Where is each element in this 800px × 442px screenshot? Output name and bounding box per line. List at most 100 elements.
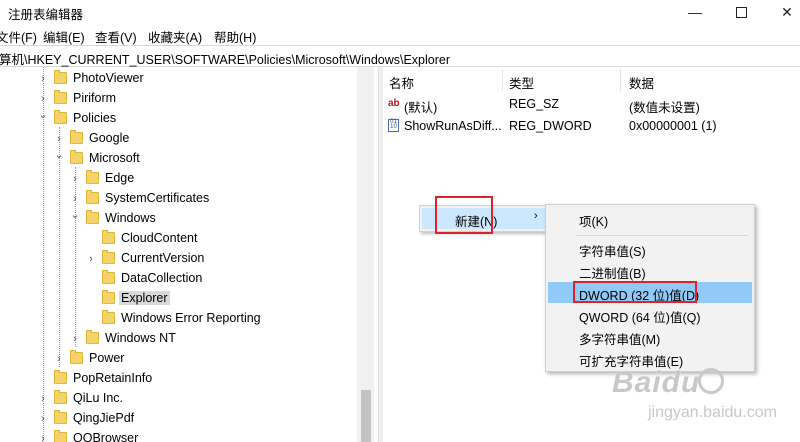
column-header-name[interactable]: 名称	[389, 73, 414, 92]
menu-help[interactable]: 帮助(H)	[214, 27, 256, 46]
value-type: REG_SZ	[509, 97, 560, 111]
chevron-right-icon[interactable]: ›	[69, 193, 81, 205]
chevron-down-icon[interactable]: ⌄	[53, 149, 65, 161]
value-type: REG_DWORD	[509, 119, 592, 133]
chevron-right-icon[interactable]: ›	[37, 433, 49, 442]
tree-node-label: Windows Error Reporting	[121, 311, 261, 325]
submenu-item-qword-value[interactable]: QWORD (64 位)值(Q)	[548, 304, 752, 325]
chevron-right-icon[interactable]: ›	[37, 73, 49, 85]
tree-node-label: PhotoViewer	[73, 71, 144, 85]
minimize-button[interactable]: —	[672, 0, 718, 24]
column-header-type[interactable]: 类型	[509, 73, 534, 92]
pane-splitter[interactable]	[378, 67, 383, 442]
folder-icon	[54, 110, 67, 124]
chevron-right-icon[interactable]: ›	[85, 253, 97, 265]
tree-node-piriform[interactable]: › Piriform	[0, 89, 376, 109]
address-bar[interactable]: 算机\HKEY_CURRENT_USER\SOFTWARE\Policies\M…	[0, 45, 800, 67]
value-row[interactable]: 01 10 ShowRunAsDiff... REG_DWORD 0x000000…	[384, 116, 800, 136]
tree-node-datacollection[interactable]: DataCollection	[0, 269, 376, 289]
tree-node-power[interactable]: › Power	[0, 349, 376, 369]
tree-node-google[interactable]: › Google	[0, 129, 376, 149]
menu-separator	[576, 235, 748, 236]
submenu-item-label: 多字符串值(M)	[579, 333, 661, 347]
folder-icon	[102, 250, 115, 264]
submenu-item-label: 二进制值(B)	[579, 267, 646, 281]
tree-node-label: CurrentVersion	[121, 251, 205, 265]
tree-node-label: QQBrowser	[73, 431, 139, 442]
tree-node-label: Explorer	[119, 291, 170, 305]
menu-file[interactable]: 文件(F)	[0, 27, 37, 46]
baidu-watermark: Baidu jingyan.baidu.com	[612, 366, 798, 438]
folder-icon	[102, 310, 115, 324]
menu-favorites[interactable]: 收藏夹(A)	[148, 27, 202, 46]
tree-node-label: PopRetainInfo	[73, 371, 153, 385]
tree-node-label: Policies	[73, 111, 117, 125]
chevron-right-icon[interactable]: ›	[69, 333, 81, 345]
folder-icon	[86, 190, 99, 204]
tree-node-label: Windows	[105, 211, 156, 225]
watermark-site: jingyan.baidu.com	[648, 404, 777, 421]
key-tree: › PhotoViewer › Piriform ⌄ Policies › Google ⌄ Mi…	[0, 67, 376, 442]
tree-node-label: Power	[89, 351, 125, 365]
tree-scrollbar-thumb[interactable]	[361, 390, 371, 442]
chevron-right-icon[interactable]: ›	[69, 173, 81, 185]
tree-node-qqbrowser[interactable]: › QQBrowser	[0, 429, 376, 442]
baidu-paw-logo	[698, 368, 724, 394]
value-name: (默认)	[404, 101, 438, 115]
chevron-right-icon[interactable]: ›	[37, 393, 49, 405]
value-row[interactable]: ab (默认) REG_SZ (数值未设置)	[384, 94, 800, 115]
tree-node-label: Piriform	[73, 91, 117, 105]
tree-node-label: CloudContent	[121, 231, 198, 245]
window-title: 注册表编辑器	[8, 8, 84, 22]
submenu-item-multi-string-value[interactable]: 多字符串值(M)	[548, 326, 752, 347]
string-value-icon: ab	[388, 98, 400, 109]
menu-view[interactable]: 查看(V)	[95, 27, 137, 46]
folder-icon	[70, 130, 83, 144]
chevron-right-icon[interactable]: ›	[53, 133, 65, 145]
chevron-right-icon[interactable]: ›	[53, 353, 65, 365]
tree-node-policies[interactable]: ⌄ Policies	[0, 109, 376, 129]
submenu-item-string-value[interactable]: 字符串值(S)	[548, 238, 752, 259]
value-name: ShowRunAsDiff...	[404, 119, 502, 133]
submenu-item-label: QWORD (64 位)值(Q)	[579, 311, 701, 325]
tree-node-windows-nt[interactable]: › Windows NT	[0, 329, 376, 349]
annotation-highlight-dword	[573, 281, 697, 303]
tree-node-photoviewer[interactable]: › PhotoViewer	[0, 69, 376, 89]
submenu-item-label: 项(K)	[579, 215, 609, 229]
close-button[interactable]: ✕	[764, 0, 800, 24]
submenu-item-label: 字符串值(S)	[579, 245, 646, 259]
tree-node-currentversion[interactable]: › CurrentVersion	[0, 249, 376, 269]
tree-node-popretaininfo[interactable]: PopRetainInfo	[0, 369, 376, 389]
tree-node-cloudcontent[interactable]: CloudContent	[0, 229, 376, 249]
submenu-item-key[interactable]: 项(K)	[548, 208, 752, 229]
tree-node-windows-error-reporting[interactable]: Windows Error Reporting	[0, 309, 376, 329]
column-divider[interactable]	[620, 69, 621, 91]
chevron-right-icon[interactable]: ›	[37, 413, 49, 425]
menu-bar: 文件(F) 编辑(E) 查看(V) 收藏夹(A) 帮助(H)	[0, 24, 800, 46]
watermark-brand: Baidu	[612, 366, 701, 399]
chevron-down-icon[interactable]: ⌄	[37, 109, 49, 121]
chevron-down-icon[interactable]: ⌄	[69, 209, 81, 221]
tree-node-label: Google	[89, 131, 130, 145]
submenu-item-binary-value[interactable]: 二进制值(B)	[548, 260, 752, 281]
tree-scrollbar[interactable]	[357, 67, 374, 442]
folder-icon	[102, 290, 115, 304]
tree-node-label: Microsoft	[89, 151, 140, 165]
maximize-button[interactable]	[718, 0, 764, 24]
tree-node-qingjiepdf[interactable]: › QingJiePdf	[0, 409, 376, 429]
tree-node-microsoft[interactable]: ⌄ Microsoft	[0, 149, 376, 169]
tree-node-windows[interactable]: ⌄ Windows	[0, 209, 376, 229]
tree-node-systemcertificates[interactable]: › SystemCertificates	[0, 189, 376, 209]
tree-node-explorer[interactable]: Explorer	[0, 289, 376, 309]
column-header-data[interactable]: 数据	[629, 73, 654, 92]
menu-edit[interactable]: 编辑(E)	[43, 27, 85, 46]
folder-icon	[86, 330, 99, 344]
chevron-right-icon[interactable]: ›	[37, 93, 49, 105]
tree-node-qilu-inc-[interactable]: › QiLu Inc.	[0, 389, 376, 409]
column-divider[interactable]	[502, 69, 503, 91]
tree-node-edge[interactable]: › Edge	[0, 169, 376, 189]
value-data: (数值未设置)	[629, 101, 700, 115]
tree-node-label: QiLu Inc.	[73, 391, 124, 405]
binary-value-icon: 01 10	[388, 119, 399, 132]
address-path[interactable]: 算机\HKEY_CURRENT_USER\SOFTWARE\Policies\M…	[0, 49, 450, 68]
